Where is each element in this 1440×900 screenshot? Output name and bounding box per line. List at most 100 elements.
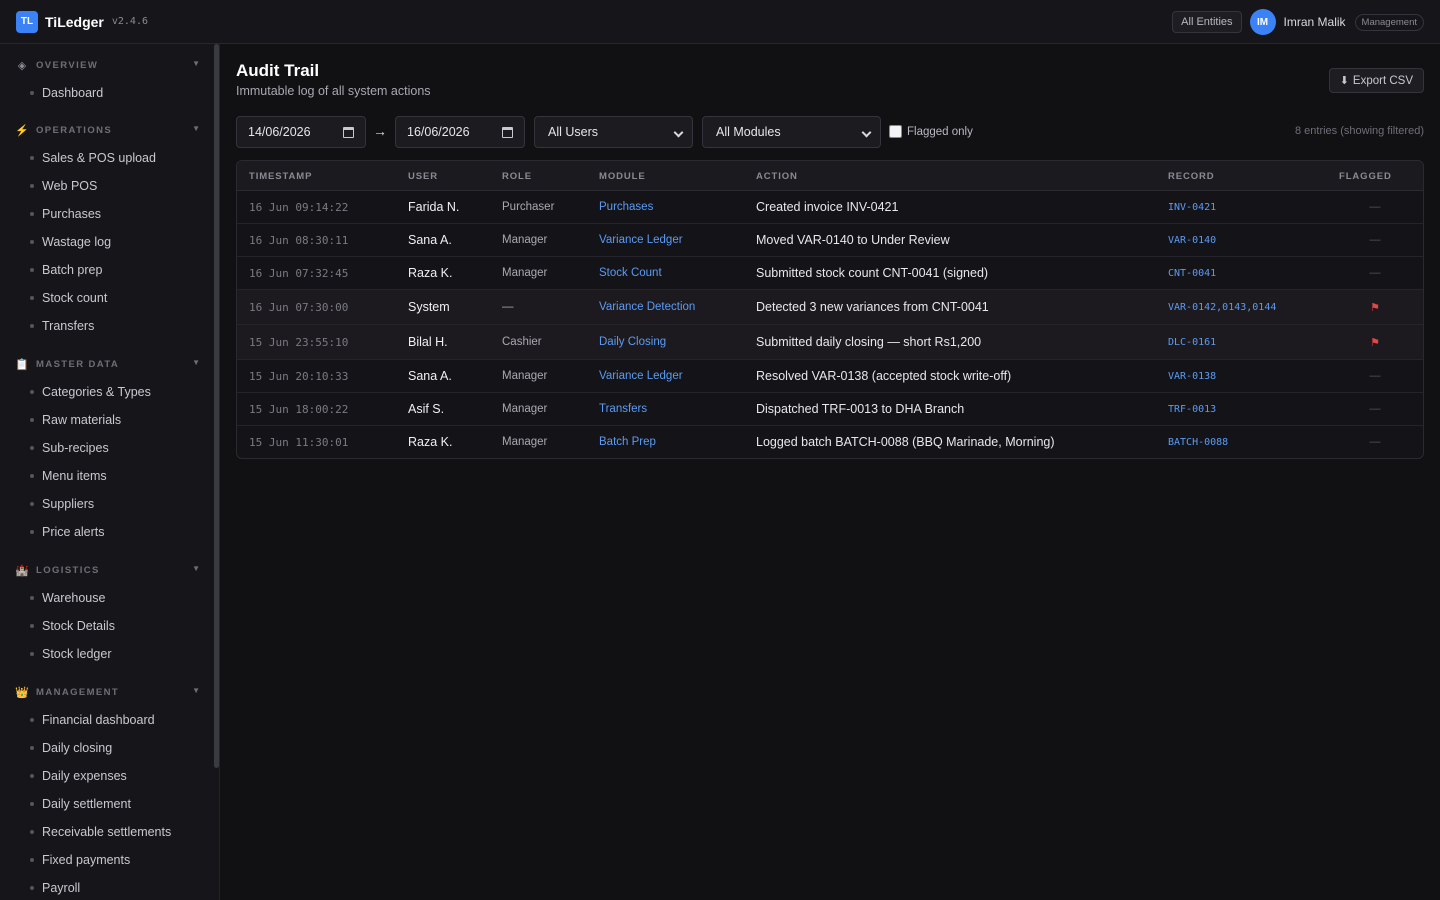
user-cell: System xyxy=(408,300,450,314)
sidebar-section-header[interactable]: 👑 MANAGEMENT ▼ xyxy=(0,682,210,702)
chevron-down-icon[interactable]: ▼ xyxy=(192,358,200,367)
sidebar-section-header[interactable]: 📋 MASTER DATA ▼ xyxy=(0,354,210,374)
record-link[interactable]: DLC-0161 xyxy=(1168,325,1216,359)
chevron-down-icon[interactable]: ▼ xyxy=(192,59,200,68)
sidebar-item[interactable]: Fixed payments xyxy=(0,846,210,874)
date-from-input[interactable]: 14/06/2026 xyxy=(236,116,366,148)
sidebar-item[interactable]: Warehouse xyxy=(0,584,210,612)
action-cell: Dispatched TRF-0013 to DHA Branch xyxy=(756,402,965,416)
timestamp-cell: 16 Jun 08:30:11 xyxy=(249,233,349,247)
sidebar-item[interactable]: Price alerts xyxy=(0,518,210,546)
flagged-only-label[interactable]: Flagged only xyxy=(907,126,973,138)
sidebar-item[interactable]: Stock Details xyxy=(0,612,210,640)
bullet-icon xyxy=(30,652,34,656)
no-flag-dash: — xyxy=(1369,234,1381,246)
table-row[interactable]: 15 Jun 11:30:01 Raza K. Manager Batch Prep L… xyxy=(237,426,1423,458)
column-header-record: RECORD xyxy=(1168,171,1215,182)
sidebar-item[interactable]: Suppliers xyxy=(0,490,210,518)
avatar[interactable]: IM xyxy=(1249,9,1276,35)
sidebar-item[interactable]: Sales & POS upload xyxy=(0,144,210,172)
module-link[interactable]: Stock Count xyxy=(599,257,662,289)
sidebar-section-title: OVERVIEW xyxy=(36,59,99,71)
sidebar-item[interactable]: Stock ledger xyxy=(0,640,210,668)
sidebar-item[interactable]: Daily expenses xyxy=(0,762,210,790)
module-link[interactable]: Purchases xyxy=(599,191,653,223)
record-link[interactable]: VAR-0142,0143,0144 xyxy=(1168,290,1276,324)
user-name[interactable]: Imran Malik xyxy=(1284,15,1346,29)
module-filter-select[interactable]: All Modules xyxy=(702,116,881,148)
sidebar-item[interactable]: Raw materials xyxy=(0,406,210,434)
sidebar-item[interactable]: Daily settlement xyxy=(0,790,210,818)
sidebar-section-header[interactable]: ◈ OVERVIEW ▼ xyxy=(0,55,210,75)
chevron-down-icon[interactable]: ▼ xyxy=(192,124,200,133)
user-cell: Asif S. xyxy=(408,402,445,416)
no-flag-dash: — xyxy=(1369,370,1381,382)
module-link[interactable]: Variance Ledger xyxy=(599,224,683,256)
sidebar-item-label: Wastage log xyxy=(42,235,112,249)
module-link[interactable]: Transfers xyxy=(599,393,647,425)
record-link[interactable]: CNT-0041 xyxy=(1168,257,1216,289)
calendar-icon[interactable] xyxy=(502,127,513,138)
sidebar-item[interactable]: Wastage log xyxy=(0,228,210,256)
sidebar-item[interactable]: Receivable settlements xyxy=(0,818,210,846)
sidebar-item-label: Warehouse xyxy=(42,591,106,605)
user-filter-select[interactable]: All Users xyxy=(534,116,693,148)
table-row[interactable]: 15 Jun 20:10:33 Sana A. Manager Variance Le… xyxy=(237,360,1423,393)
sidebar-section-title: MANAGEMENT xyxy=(36,686,120,698)
sidebar-item[interactable]: Transfers xyxy=(0,312,210,340)
export-csv-button[interactable]: ⬇ Export CSV xyxy=(1328,68,1424,93)
record-link[interactable]: BATCH-0088 xyxy=(1168,426,1228,458)
column-header-role: ROLE xyxy=(502,171,532,182)
sidebar-item[interactable]: Payroll xyxy=(0,874,210,900)
calendar-icon[interactable] xyxy=(343,127,354,138)
sidebar-item[interactable]: Web POS xyxy=(0,172,210,200)
sidebar-item-label: Daily settlement xyxy=(42,797,131,811)
record-link[interactable]: VAR-0140 xyxy=(1168,224,1216,256)
table-row[interactable]: 16 Jun 08:30:11 Sana A. Manager Variance Le… xyxy=(237,224,1423,257)
chevron-down-icon[interactable]: ▼ xyxy=(192,564,200,573)
sidebar-section: ⚡ OPERATIONS ▼ Sales & POS upload Web POS Pur… xyxy=(0,120,210,340)
table-row[interactable]: 16 Jun 09:14:22 Farida N. Purchaser Purchas… xyxy=(237,191,1423,224)
module-filter-value: All Modules xyxy=(716,125,781,139)
module-link[interactable]: Daily Closing xyxy=(599,325,666,359)
sidebar-section-title: OPERATIONS xyxy=(36,124,113,136)
module-link[interactable]: Variance Detection xyxy=(599,290,695,324)
module-link[interactable]: Batch Prep xyxy=(599,426,656,458)
top-bar: TL TiLedger v2.4.6 All Entities IM Imran… xyxy=(0,0,1440,44)
date-to-input[interactable]: 16/06/2026 xyxy=(395,116,525,148)
record-link[interactable]: INV-0421 xyxy=(1168,191,1216,223)
table-row[interactable]: 15 Jun 18:00:22 Asif S. Manager Transfers Di… xyxy=(237,393,1423,426)
sidebar-item[interactable]: Menu items xyxy=(0,462,210,490)
table-row[interactable]: 16 Jun 07:32:45 Raza K. Manager Stock Count… xyxy=(237,257,1423,290)
sidebar-item-label: Sales & POS upload xyxy=(42,151,156,165)
sidebar-item[interactable]: Batch prep xyxy=(0,256,210,284)
sidebar-item-label: Dashboard xyxy=(42,86,104,100)
record-link[interactable]: TRF-0013 xyxy=(1168,393,1216,425)
chevron-down-icon xyxy=(673,127,684,138)
bullet-icon xyxy=(30,746,34,750)
flagged-only-toggle[interactable]: Flagged only xyxy=(889,125,973,138)
chevron-down-icon[interactable]: ▼ xyxy=(192,686,200,695)
sidebar-item[interactable]: Dashboard xyxy=(0,79,210,107)
sidebar-scrollbar[interactable] xyxy=(214,44,219,768)
sidebar-section-header[interactable]: 🏰 LOGISTICS ▼ xyxy=(0,560,210,580)
action-cell: Moved VAR-0140 to Under Review xyxy=(756,233,950,247)
sidebar-item[interactable]: Daily closing xyxy=(0,734,210,762)
entity-switcher-button[interactable]: All Entities xyxy=(1172,11,1242,33)
sidebar-item[interactable]: Purchases xyxy=(0,200,210,228)
sidebar-item[interactable]: Financial dashboard xyxy=(0,706,210,734)
sidebar-section-header[interactable]: ⚡ OPERATIONS ▼ xyxy=(0,120,210,140)
role-cell: — xyxy=(502,301,514,313)
table-row[interactable]: 16 Jun 07:30:00 System — Variance Detection… xyxy=(237,290,1423,325)
action-cell: Resolved VAR-0138 (accepted stock write-… xyxy=(756,369,1012,383)
app-logo[interactable]: TL xyxy=(16,10,38,33)
app-name: TiLedger xyxy=(45,13,104,30)
module-link[interactable]: Variance Ledger xyxy=(599,360,683,392)
table-row[interactable]: 15 Jun 23:55:10 Bilal H. Cashier Daily Clos… xyxy=(237,325,1423,360)
flagged-only-checkbox[interactable] xyxy=(889,125,902,138)
sidebar-item[interactable]: Categories & Types xyxy=(0,378,210,406)
sidebar-item[interactable]: Stock count xyxy=(0,284,210,312)
sidebar-item[interactable]: Sub-recipes xyxy=(0,434,210,462)
record-link[interactable]: VAR-0138 xyxy=(1168,360,1216,392)
bullet-icon xyxy=(30,324,34,328)
